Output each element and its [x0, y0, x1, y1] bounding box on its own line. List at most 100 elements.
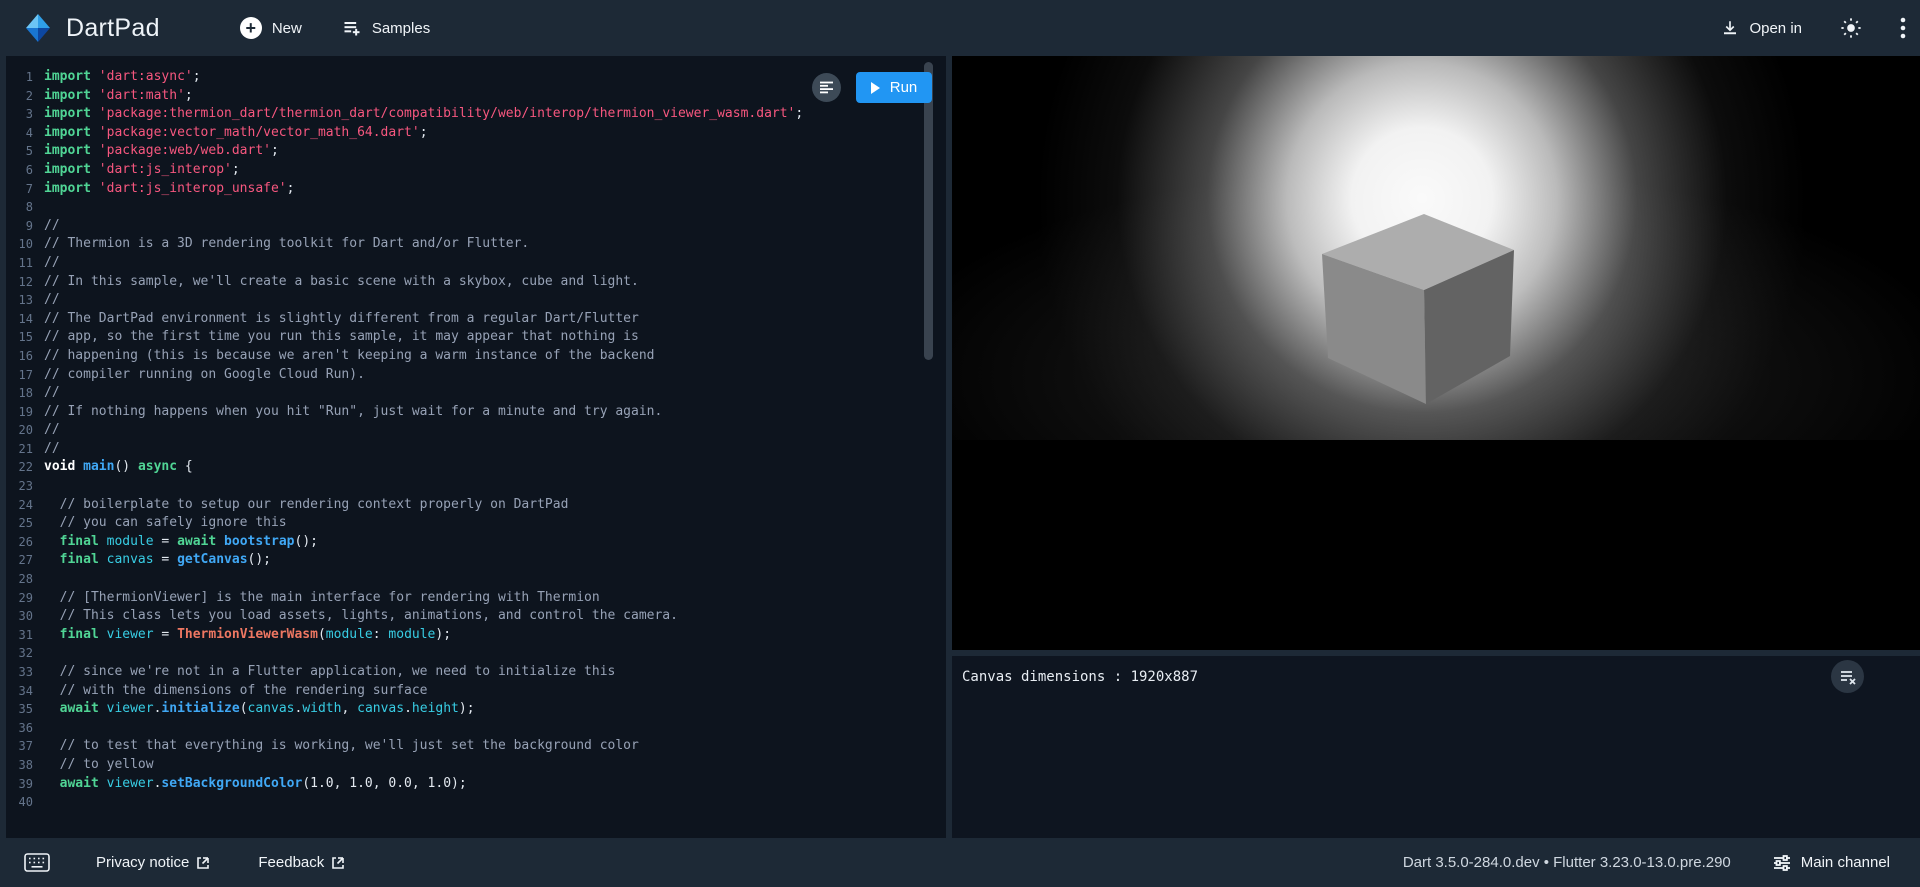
- editor-scrollbar-thumb[interactable]: [924, 62, 933, 360]
- code-line[interactable]: 10// Thermion is a 3D rendering toolkit …: [6, 235, 946, 254]
- code-line[interactable]: 6import 'dart:js_interop';: [6, 161, 946, 180]
- line-number: 9: [6, 217, 44, 236]
- line-number: 13: [6, 291, 44, 310]
- code-line[interactable]: 31 final viewer = ThermionViewerWasm(mod…: [6, 626, 946, 645]
- code-line[interactable]: 15// app, so the first time you run this…: [6, 328, 946, 347]
- code-text: // compiler running on Google Cloud Run)…: [44, 366, 365, 385]
- code-line[interactable]: 8: [6, 198, 946, 217]
- code-line[interactable]: 27 final canvas = getCanvas();: [6, 551, 946, 570]
- code-line[interactable]: 33 // since we're not in a Flutter appli…: [6, 663, 946, 682]
- code-line[interactable]: 32: [6, 644, 946, 663]
- code-line[interactable]: 3import 'package:thermion_dart/thermion_…: [6, 105, 946, 124]
- code-line[interactable]: 25 // you can safely ignore this: [6, 514, 946, 533]
- line-number: 27: [6, 551, 44, 570]
- line-number: 11: [6, 254, 44, 273]
- code-line[interactable]: 34 // with the dimensions of the renderi…: [6, 682, 946, 701]
- channel-selector[interactable]: Main channel: [1773, 854, 1890, 871]
- code-text: await viewer.initialize(canvas.width, ca…: [44, 700, 475, 719]
- keyboard-shortcuts-icon[interactable]: [24, 853, 50, 872]
- code-line[interactable]: 26 final module = await bootstrap();: [6, 533, 946, 552]
- new-button-label: New: [272, 20, 302, 37]
- code-text: //: [44, 440, 60, 459]
- line-number: 40: [6, 793, 44, 812]
- code-text: await viewer.setBackgroundColor(1.0, 1.0…: [44, 775, 467, 794]
- code-text: import 'package:vector_math/vector_math_…: [44, 124, 428, 143]
- line-number: 30: [6, 607, 44, 626]
- code-text: // app, so the first time you run this s…: [44, 328, 639, 347]
- overflow-menu-icon[interactable]: [1900, 17, 1906, 39]
- render-viewport[interactable]: [952, 56, 1920, 650]
- samples-button[interactable]: Samples: [342, 18, 430, 38]
- code-line[interactable]: 16// happening (this is because we aren'…: [6, 347, 946, 366]
- open-in-label: Open in: [1749, 20, 1802, 37]
- code-line[interactable]: 29 // [ThermionViewer] is the main inter…: [6, 589, 946, 608]
- download-icon: [1721, 19, 1739, 37]
- code-line[interactable]: 17// compiler running on Google Cloud Ru…: [6, 366, 946, 385]
- line-number: 14: [6, 310, 44, 329]
- code-line[interactable]: 13//: [6, 291, 946, 310]
- code-text: final canvas = getCanvas();: [44, 551, 271, 570]
- code-editor[interactable]: 1import 'dart:async';2import 'dart:math'…: [6, 56, 946, 838]
- code-text: //: [44, 217, 60, 236]
- code-line[interactable]: 7import 'dart:js_interop_unsafe';: [6, 180, 946, 199]
- code-line[interactable]: 24 // boilerplate to setup our rendering…: [6, 496, 946, 515]
- brightness-toggle-icon[interactable]: [1840, 17, 1862, 39]
- code-text: //: [44, 254, 60, 273]
- line-number: 2: [6, 87, 44, 106]
- code-line[interactable]: 23: [6, 477, 946, 496]
- code-line[interactable]: 39 await viewer.setBackgroundColor(1.0, …: [6, 775, 946, 794]
- code-line[interactable]: 4import 'package:vector_math/vector_math…: [6, 124, 946, 143]
- playlist-add-icon: [342, 18, 362, 38]
- line-number: 38: [6, 756, 44, 775]
- brand: DartPad: [22, 12, 160, 44]
- code-text: import 'dart:js_interop_unsafe';: [44, 180, 294, 199]
- plus-icon: +: [240, 17, 262, 39]
- run-button[interactable]: Run: [856, 72, 932, 103]
- code-text: // happening (this is because we aren't …: [44, 347, 654, 366]
- format-button[interactable]: [812, 73, 841, 102]
- code-line[interactable]: 9//: [6, 217, 946, 236]
- samples-button-label: Samples: [372, 20, 430, 37]
- code-line[interactable]: 38 // to yellow: [6, 756, 946, 775]
- clear-console-icon: [1840, 669, 1856, 685]
- clear-console-button[interactable]: [1831, 660, 1864, 693]
- line-number: 6: [6, 161, 44, 180]
- feedback-link[interactable]: Feedback: [258, 854, 345, 871]
- code-line[interactable]: 30 // This class lets you load assets, l…: [6, 607, 946, 626]
- line-number: 34: [6, 682, 44, 701]
- code-line[interactable]: 20//: [6, 421, 946, 440]
- open-in-button[interactable]: Open in: [1721, 19, 1802, 37]
- top-app-bar: DartPad + New Samples: [0, 0, 1920, 56]
- code-text: final module = await bootstrap();: [44, 533, 318, 552]
- console-output: Canvas dimensions : 1920x887: [952, 656, 1920, 698]
- line-number: 19: [6, 403, 44, 422]
- code-line[interactable]: 35 await viewer.initialize(canvas.width,…: [6, 700, 946, 719]
- page-title: DartPad: [66, 14, 160, 43]
- code-text: void main() async {: [44, 458, 193, 477]
- code-line[interactable]: 19// If nothing happens when you hit "Ru…: [6, 403, 946, 422]
- code-text: import 'dart:math';: [44, 87, 193, 106]
- code-line[interactable]: 28: [6, 570, 946, 589]
- open-in-new-icon: [196, 856, 210, 870]
- line-number: 24: [6, 496, 44, 515]
- code-text: // If nothing happens when you hit "Run"…: [44, 403, 662, 422]
- code-line[interactable]: 12// In this sample, we'll create a basi…: [6, 273, 946, 292]
- privacy-notice-label: Privacy notice: [96, 854, 189, 871]
- code-line[interactable]: 11//: [6, 254, 946, 273]
- code-line[interactable]: 14// The DartPad environment is slightly…: [6, 310, 946, 329]
- code-line[interactable]: 36: [6, 719, 946, 738]
- code-line[interactable]: 1import 'dart:async';: [6, 68, 946, 87]
- code-line[interactable]: 40: [6, 793, 946, 812]
- privacy-notice-link[interactable]: Privacy notice: [96, 854, 210, 871]
- code-line[interactable]: 22void main() async {: [6, 458, 946, 477]
- code-text: import 'dart:async';: [44, 68, 201, 87]
- code-line[interactable]: 2import 'dart:math';: [6, 87, 946, 106]
- code-line[interactable]: 18//: [6, 384, 946, 403]
- new-button[interactable]: + New: [240, 17, 302, 39]
- code-line[interactable]: 21//: [6, 440, 946, 459]
- code-line[interactable]: 5import 'package:web/web.dart';: [6, 142, 946, 161]
- code-text: // This class lets you load assets, ligh…: [44, 607, 678, 626]
- code-line[interactable]: 37 // to test that everything is working…: [6, 737, 946, 756]
- line-number: 18: [6, 384, 44, 403]
- code-text: import 'package:web/web.dart';: [44, 142, 279, 161]
